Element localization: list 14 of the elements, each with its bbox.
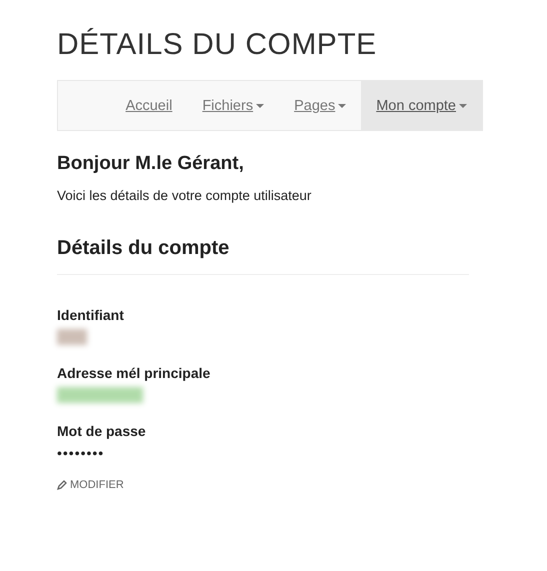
field-label: Adresse mél principale <box>57 365 210 381</box>
field-label: Mot de passe <box>57 423 146 439</box>
section-heading: Détails du compte <box>57 237 230 260</box>
edit-link[interactable]: MODIFIER <box>57 479 124 491</box>
nav-link[interactable]: Accueil <box>110 81 188 130</box>
nav-link[interactable]: Pages <box>279 81 362 130</box>
nav-link[interactable]: Mon compte <box>361 81 482 130</box>
field-label: Identifiant <box>57 307 124 323</box>
pencil-icon <box>57 480 67 490</box>
intro-text: Voici les détails de votre compte utilisateur <box>57 188 312 203</box>
nav-link[interactable]: Fichiers <box>187 81 280 130</box>
greeting: Bonjour M.le Gérant, <box>57 153 245 175</box>
page-title: DÉTAILS DU COMPTE <box>57 28 378 62</box>
password-value: •••••••• <box>57 445 104 461</box>
